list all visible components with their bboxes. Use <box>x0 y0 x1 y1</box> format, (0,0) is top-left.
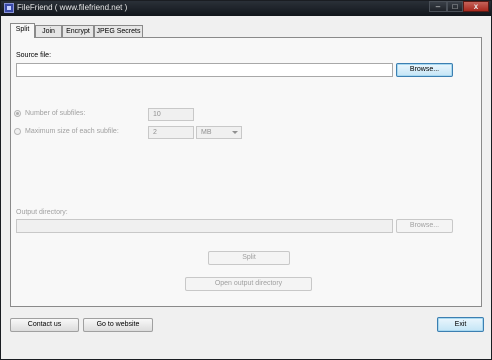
maximize-button[interactable]: □ <box>447 1 463 12</box>
tab-split[interactable]: Split <box>10 23 35 38</box>
contact-us-button[interactable]: Contact us <box>10 318 79 332</box>
output-directory-label: Output directory: <box>16 209 68 216</box>
title-bar[interactable]: FileFriend ( www.filefriend.net ) – □ x <box>1 1 491 16</box>
minimize-button[interactable]: – <box>429 1 447 12</box>
number-subfiles-radio[interactable] <box>14 110 21 117</box>
split-button[interactable]: Split <box>208 251 290 265</box>
output-directory-input[interactable] <box>16 219 393 233</box>
tab-encrypt[interactable]: Encrypt <box>62 25 94 37</box>
browse-source-button[interactable]: Browse... <box>396 63 453 77</box>
split-panel: Source file: Browse... Number of subfile… <box>10 37 482 307</box>
number-subfiles-label: Number of subfiles: <box>25 110 86 117</box>
max-size-value: 2 <box>153 129 157 136</box>
size-unit-select[interactable]: MB <box>196 126 242 139</box>
size-unit-value: MB <box>201 129 212 136</box>
window-title: FileFriend ( www.filefriend.net ) <box>17 3 128 12</box>
tab-join[interactable]: Join <box>35 25 62 37</box>
number-subfiles-input[interactable]: 10 <box>148 108 194 121</box>
number-subfiles-value: 10 <box>153 111 161 118</box>
close-button[interactable]: x <box>463 1 489 12</box>
app-icon <box>4 3 14 13</box>
max-size-input[interactable]: 2 <box>148 126 194 139</box>
exit-button[interactable]: Exit <box>437 317 484 332</box>
source-file-input[interactable] <box>16 63 393 77</box>
max-size-radio[interactable] <box>14 128 21 135</box>
app-window: FileFriend ( www.filefriend.net ) – □ x … <box>0 0 492 360</box>
max-size-label: Maximum size of each subfile: <box>25 128 119 135</box>
chevron-down-icon <box>232 131 238 134</box>
tab-jpeg-secrets[interactable]: JPEG Secrets <box>94 25 143 37</box>
browse-output-button[interactable]: Browse... <box>396 219 453 233</box>
source-file-label: Source file: <box>16 52 52 59</box>
open-output-directory-button[interactable]: Open output directory <box>185 277 312 291</box>
go-to-website-button[interactable]: Go to website <box>83 318 153 332</box>
